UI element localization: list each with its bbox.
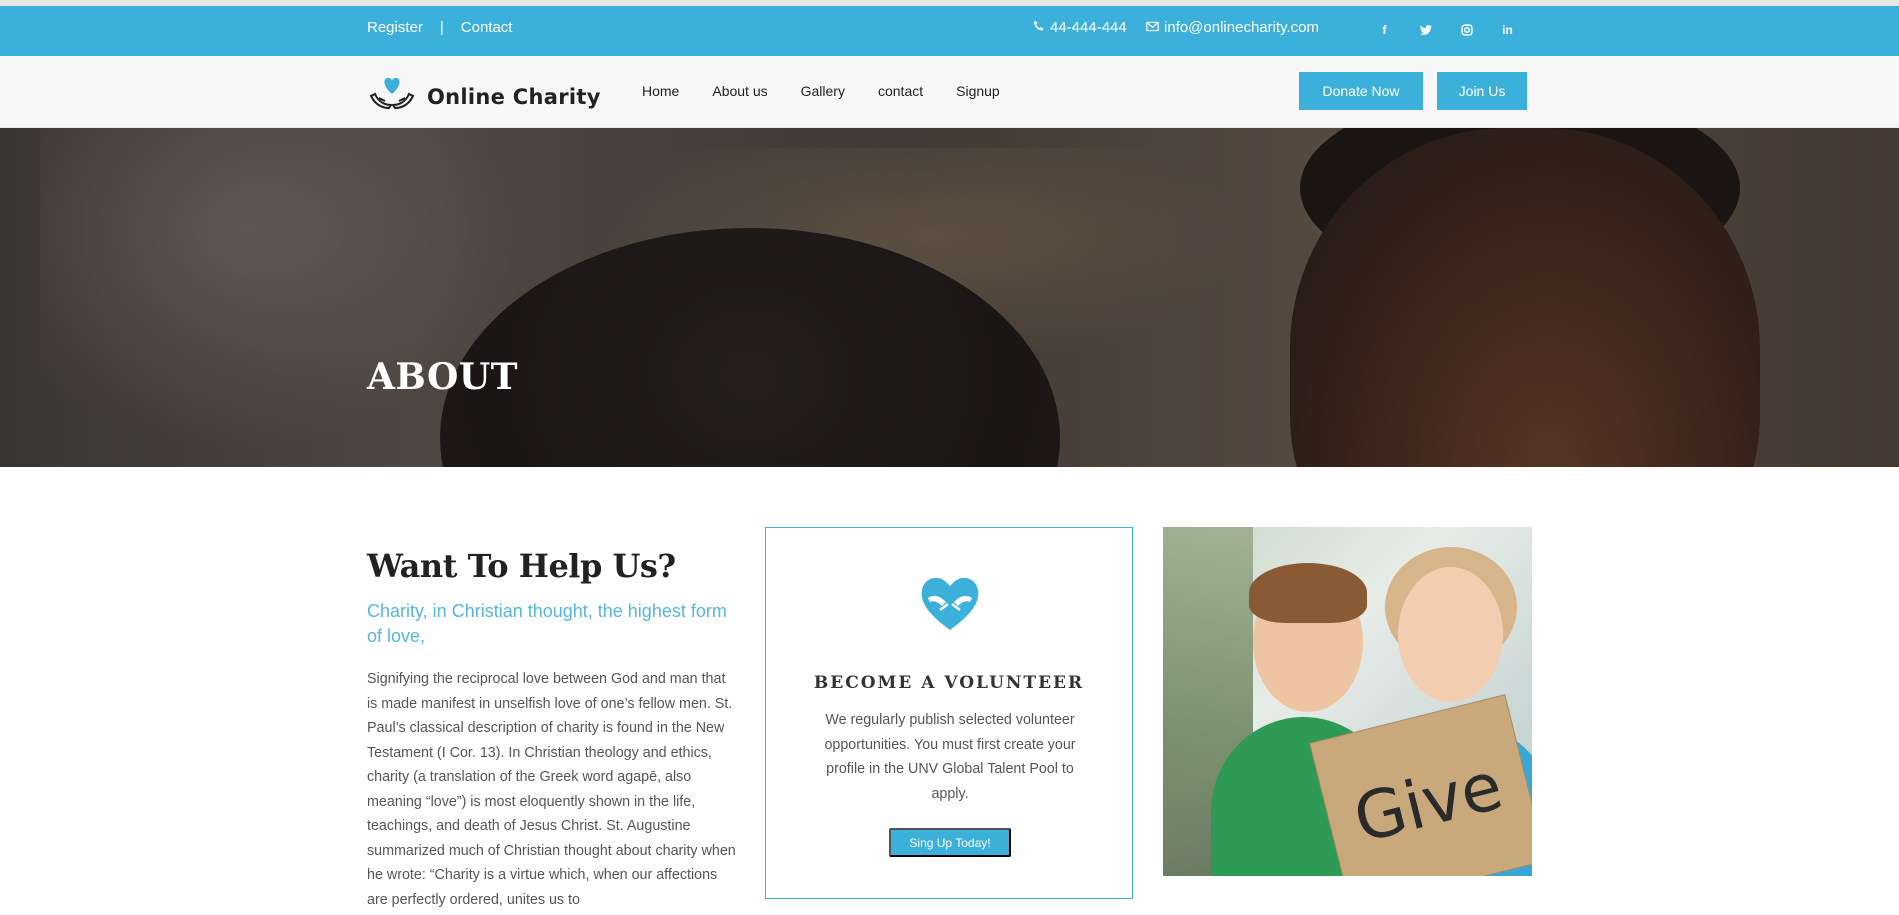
instagram-icon[interactable]	[1457, 20, 1476, 39]
page-title: ABOUT	[367, 356, 519, 398]
help-us-body: Signifying the reciprocal love between G…	[367, 671, 736, 908]
linkedin-icon[interactable]: in	[1498, 20, 1517, 39]
nav-gallery[interactable]: Gallery	[801, 83, 845, 99]
main-navbar: Online Charity Home About us Gallery con…	[0, 56, 1899, 128]
heart-hands-logo-icon	[367, 74, 417, 119]
phone-number: 44-444-444	[1050, 19, 1127, 36]
nav-signup[interactable]: Signup	[956, 83, 1000, 99]
phone-icon	[1033, 19, 1045, 36]
brand-name: Online Charity	[427, 84, 601, 109]
email-info: info@onlinecharity.com	[1146, 19, 1319, 36]
twitter-icon[interactable]	[1416, 20, 1435, 39]
site-logo[interactable]: Online Charity	[367, 74, 601, 119]
nav-about-us[interactable]: About us	[712, 83, 767, 99]
phone-info: 44-444-444	[1033, 19, 1127, 36]
photo-girl-face	[1398, 567, 1503, 702]
volunteer-card: BECOME A VOLUNTEER We regularly publish …	[765, 527, 1133, 899]
social-links: f in	[1375, 20, 1517, 39]
hero-banner: ABOUT	[0, 128, 1899, 467]
contact-link[interactable]: Contact	[461, 19, 513, 36]
nav-contact[interactable]: contact	[878, 83, 923, 99]
volunteer-text: We regularly publish selected volunteer …	[824, 712, 1076, 802]
join-us-button[interactable]: Join Us	[1437, 72, 1527, 110]
register-link[interactable]: Register	[367, 19, 423, 36]
help-us-heading: Want To Help Us?	[367, 547, 676, 585]
sign-up-today-button[interactable]: Sing Up Today!	[889, 828, 1011, 857]
top-bar: Register | Contact 44-444-444 info@onlin…	[0, 6, 1899, 56]
give-sign-text: Give	[1346, 746, 1510, 858]
email-address[interactable]: info@onlinecharity.com	[1164, 19, 1319, 36]
heart-hands-icon	[918, 572, 982, 637]
give-sign: Give	[1310, 695, 1532, 876]
main-menu: Home About us Gallery contact Signup	[642, 83, 1000, 99]
children-give-photo: Give	[1163, 527, 1532, 876]
nav-home[interactable]: Home	[642, 83, 679, 99]
facebook-icon[interactable]: f	[1375, 20, 1394, 39]
envelope-icon	[1146, 19, 1159, 36]
volunteer-title: BECOME A VOLUNTEER	[813, 673, 1085, 693]
top-links-separator: |	[439, 19, 444, 36]
help-us-section: Want To Help Us? Charity, in Christian t…	[367, 547, 737, 912]
top-links: Register | Contact	[367, 19, 512, 36]
help-us-subheading: Charity, in Christian thought, the highe…	[367, 601, 727, 646]
hero-overlay	[0, 128, 1899, 467]
photo-boy-hair	[1249, 563, 1367, 623]
donate-now-button[interactable]: Donate Now	[1299, 72, 1423, 110]
